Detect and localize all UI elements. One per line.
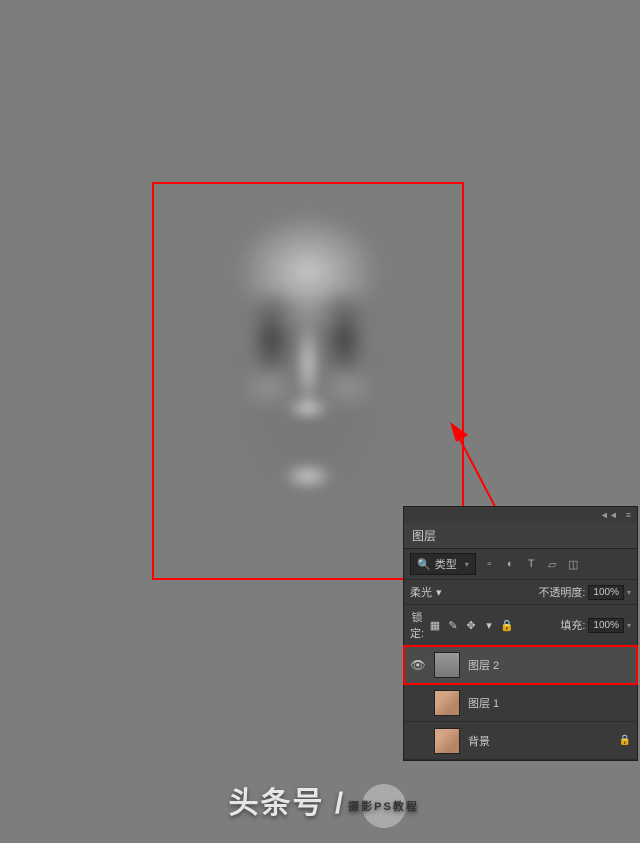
layer-thumbnail[interactable] bbox=[434, 728, 460, 754]
lock-position-icon[interactable]: ✥ bbox=[464, 619, 478, 632]
lock-brush-icon[interactable]: ✎ bbox=[446, 619, 460, 632]
chevron-down-icon: ▾ bbox=[436, 586, 442, 599]
filter-smartobject-icon[interactable]: ◫ bbox=[566, 557, 581, 572]
filter-adjustment-icon[interactable]: ◐ bbox=[503, 557, 518, 572]
layer-name[interactable]: 图层 1 bbox=[468, 695, 631, 711]
visibility-eye-icon[interactable]: 👁 bbox=[410, 695, 426, 711]
blend-mode-value: 柔光 bbox=[410, 584, 432, 600]
layer-filter-row: 🔍 类型 ▾ ▫ ◐ T ▱ ◫ bbox=[404, 549, 637, 580]
layers-panel[interactable]: ◄◄ ≡ 图层 🔍 类型 ▾ ▫ ◐ T ▱ ◫ 柔光 ▾ 不透明度: 100%… bbox=[403, 506, 638, 761]
chevron-down-icon[interactable]: ▾ bbox=[627, 621, 631, 630]
lock-indicator-icon: 🔒 bbox=[619, 735, 631, 746]
layer-item-background[interactable]: 👁 背景 🔒 bbox=[404, 722, 637, 760]
search-icon: 🔍 bbox=[417, 558, 431, 571]
layer-thumbnail[interactable] bbox=[434, 690, 460, 716]
panel-title: 图层 bbox=[412, 529, 436, 543]
type-filter-dropdown[interactable]: 🔍 类型 ▾ bbox=[410, 553, 476, 575]
chevron-down-icon: ▾ bbox=[465, 560, 469, 569]
panel-collapse-icon[interactable]: ◄◄ bbox=[600, 510, 618, 520]
fill-value[interactable]: 100% bbox=[588, 618, 624, 633]
panel-tab-layers[interactable]: 图层 bbox=[404, 523, 637, 549]
layer-name[interactable]: 背景 bbox=[468, 733, 611, 749]
blend-mode-dropdown[interactable]: 柔光 ▾ bbox=[410, 584, 442, 600]
chevron-down-icon[interactable]: ▾ bbox=[627, 588, 631, 597]
canvas-artwork bbox=[178, 211, 438, 551]
type-filter-label: 类型 bbox=[435, 556, 457, 572]
panel-menu-icon[interactable]: ≡ bbox=[626, 510, 631, 520]
layer-thumbnail[interactable] bbox=[434, 652, 460, 678]
lock-nest-icon[interactable]: ▾ bbox=[482, 619, 496, 632]
filter-shape-icon[interactable]: ▱ bbox=[545, 557, 560, 572]
layer-name[interactable]: 图层 2 bbox=[468, 657, 631, 673]
opacity-value[interactable]: 100% bbox=[588, 585, 624, 600]
watermark: 头条号 / 摄影PS教程 bbox=[0, 763, 640, 843]
opacity-label: 不透明度: bbox=[538, 584, 585, 600]
lock-fill-row: 锁定: ▦ ✎ ✥ ▾ 🔒 填充: 100% ▾ bbox=[404, 605, 637, 646]
lock-pixels-icon[interactable]: ▦ bbox=[428, 619, 442, 632]
lock-all-icon[interactable]: 🔒 bbox=[500, 619, 514, 632]
filter-type-icon[interactable]: T bbox=[524, 557, 539, 572]
panel-controls: ◄◄ ≡ bbox=[404, 507, 637, 523]
visibility-eye-icon[interactable]: 👁 bbox=[410, 733, 426, 749]
fill-label: 填充: bbox=[560, 617, 585, 633]
filter-image-icon[interactable]: ▫ bbox=[482, 557, 497, 572]
lock-label: 锁定: bbox=[410, 609, 424, 641]
watermark-left: 头条号 / bbox=[228, 787, 345, 820]
blend-opacity-row: 柔光 ▾ 不透明度: 100% ▾ bbox=[404, 580, 637, 605]
layer-item-layer1[interactable]: 👁 图层 1 bbox=[404, 684, 637, 722]
wechat-badge-icon: 摄影PS教程 bbox=[362, 784, 406, 828]
visibility-eye-icon[interactable]: 👁 bbox=[410, 657, 426, 673]
layer-list: 👁 图层 2 👁 图层 1 👁 背景 🔒 bbox=[404, 646, 637, 760]
layer-item-layer2[interactable]: 👁 图层 2 bbox=[404, 646, 637, 684]
